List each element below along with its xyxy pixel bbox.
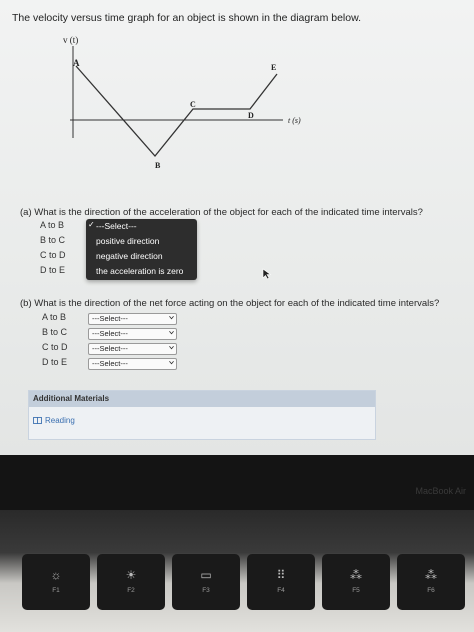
key-f1[interactable]: ☼ F1 [22,554,90,610]
keyboard: ☼ F1 ☀ F2 ▭ F3 ⠿ F4 ⁂ F5 ⁂ F6 [0,510,474,632]
reading-label: Reading [45,416,75,425]
question-b: (b) What is the direction of the net for… [20,298,440,309]
row-b-b-to-c: B to C [42,327,68,337]
chevron-down-icon [169,360,174,365]
book-icon [33,417,42,424]
key-label: F6 [427,587,435,594]
row-b-d-to-e: D to E [42,357,68,367]
point-a-label: A [73,58,80,68]
key-label: F1 [52,587,60,594]
x-axis-label: t (s) [288,116,301,125]
mission-control-icon: ▭ [200,568,212,582]
launchpad-icon: ⠿ [276,568,286,582]
row-b-to-c: B to C [40,235,66,245]
select-value: ---Select--- [92,329,128,338]
additional-materials-panel: Additional Materials Reading [28,390,376,440]
force-select-d-to-e[interactable]: ---Select--- [88,358,177,370]
force-select-a-to-b[interactable]: ---Select--- [88,313,177,325]
point-c-label: C [190,100,196,109]
select-value: ---Select--- [92,344,128,353]
point-b-label: B [155,161,161,170]
brand-label: MacBook Air [415,486,466,496]
brightness-down-icon: ☼ [50,568,62,582]
option-positive-direction[interactable]: positive direction [96,236,159,246]
problem-intro: The velocity versus time graph for an ob… [12,12,362,24]
key-label: F4 [277,587,285,594]
panel-header: Additional Materials [29,391,375,407]
row-a-to-b: A to B [40,220,65,230]
acceleration-dropdown-menu[interactable]: ✓ ---Select--- positive direction negati… [86,219,197,280]
key-f5[interactable]: ⁂ F5 [322,554,390,610]
chevron-down-icon [169,345,174,350]
force-select-b-to-c[interactable]: ---Select--- [88,328,177,340]
mouse-cursor-icon [262,268,272,280]
point-e-label: E [271,63,276,72]
option-select[interactable]: ---Select--- [96,221,137,231]
chevron-down-icon [169,315,174,320]
row-c-to-d: C to D [40,250,66,260]
laptop-bezel: MacBook Air [0,455,474,510]
row-b-c-to-d: C to D [42,342,68,352]
row-b-a-to-b: A to B [42,312,67,322]
velocity-time-graph: v (t) t (s) A B C D E [63,35,301,170]
force-select-c-to-d[interactable]: ---Select--- [88,343,177,355]
key-f6[interactable]: ⁂ F6 [397,554,465,610]
select-value: ---Select--- [92,359,128,368]
keyboard-light-up-icon: ⁂ [425,568,437,582]
option-acceleration-zero[interactable]: the acceleration is zero [96,266,183,276]
key-label: F5 [352,587,360,594]
key-f3[interactable]: ▭ F3 [172,554,240,610]
key-f4[interactable]: ⠿ F4 [247,554,315,610]
panel-title: Additional Materials [33,394,110,403]
option-negative-direction[interactable]: negative direction [96,251,163,261]
browser-content: The velocity versus time graph for an ob… [0,0,474,455]
row-d-to-e: D to E [40,265,66,275]
key-f2[interactable]: ☀ F2 [97,554,165,610]
key-label: F2 [127,587,135,594]
checkmark-icon: ✓ [88,220,95,229]
keyboard-light-down-icon: ⁂ [350,568,362,582]
point-d-label: D [248,111,254,120]
chevron-down-icon [169,330,174,335]
brightness-up-icon: ☀ [125,568,137,582]
select-value: ---Select--- [92,314,128,323]
velocity-curve [75,65,278,158]
question-a: (a) What is the direction of the acceler… [20,207,423,218]
y-axis-label: v (t) [63,35,78,45]
reading-link[interactable]: Reading [33,416,75,425]
key-label: F3 [202,587,210,594]
